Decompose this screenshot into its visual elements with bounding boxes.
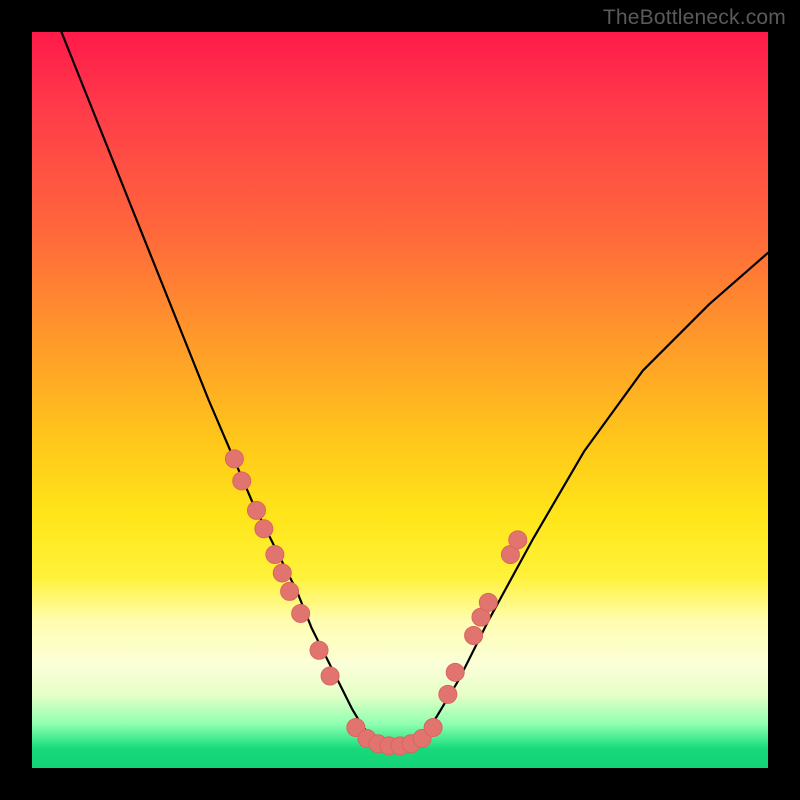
highlight-dot (247, 501, 265, 519)
highlight-dot (479, 593, 497, 611)
highlight-dot (424, 719, 442, 737)
highlight-dot (310, 641, 328, 659)
highlight-dot (446, 663, 464, 681)
highlight-dot (225, 450, 243, 468)
plot-area (32, 32, 768, 768)
highlight-dot (281, 582, 299, 600)
highlight-dot (465, 627, 483, 645)
highlight-dot (292, 604, 310, 622)
bottleneck-curve (61, 32, 768, 746)
highlight-dot (509, 531, 527, 549)
highlight-dot (233, 472, 251, 490)
chart-frame: TheBottleneck.com (0, 0, 800, 800)
highlight-dot (321, 667, 339, 685)
watermark-text: TheBottleneck.com (603, 6, 786, 30)
curve-layer (32, 32, 768, 768)
highlight-dot (255, 520, 273, 538)
highlight-dot (273, 564, 291, 582)
highlight-dots (225, 450, 526, 755)
highlight-dot (266, 546, 284, 564)
highlight-dot (439, 685, 457, 703)
